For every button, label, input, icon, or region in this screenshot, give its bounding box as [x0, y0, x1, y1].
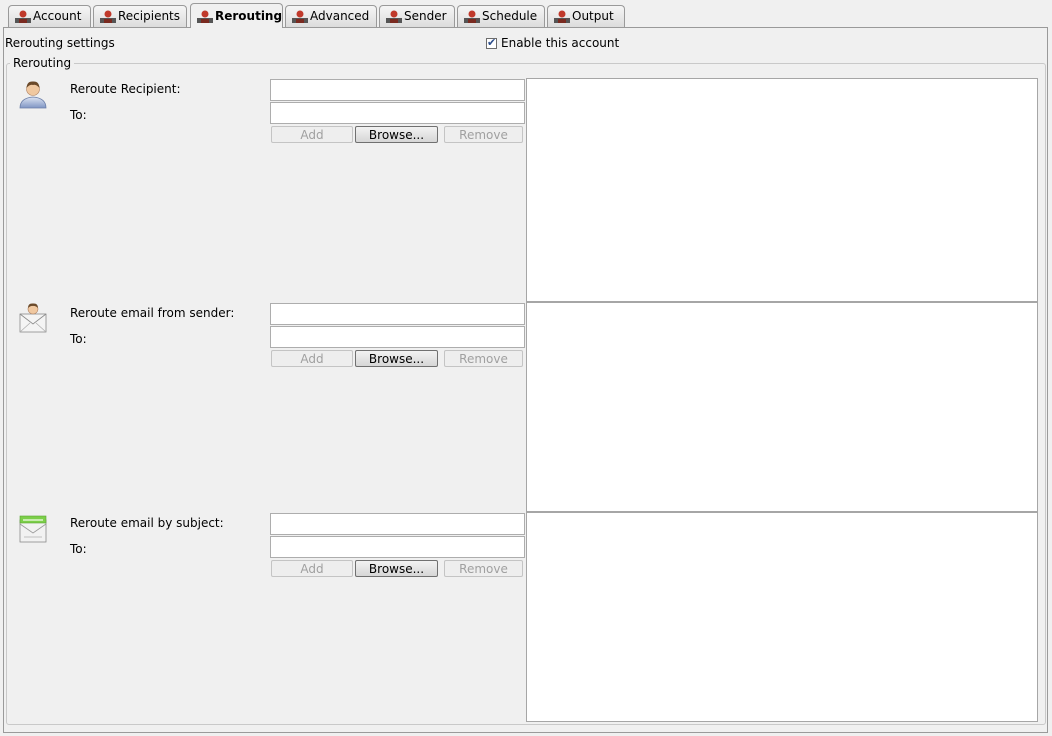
tab-label: Recipients: [118, 9, 181, 23]
browse-button[interactable]: Browse...: [355, 350, 438, 367]
tab-account[interactable]: Account: [8, 5, 91, 27]
to-label: To:: [70, 108, 87, 122]
reroute-sender-to-input[interactable]: [270, 326, 525, 348]
account-icon: [15, 10, 31, 23]
output-icon: [554, 10, 570, 23]
tab-label: Schedule: [482, 9, 538, 23]
section-title: Rerouting settings: [5, 36, 115, 50]
reroute-recipient-to-input[interactable]: [270, 102, 525, 124]
add-button[interactable]: Add: [271, 126, 353, 143]
tab-label: Sender: [404, 9, 447, 23]
reroute-recipient-input[interactable]: [270, 79, 525, 101]
sender-reroute-list[interactable]: [526, 302, 1038, 512]
subject-envelope-icon: [19, 515, 47, 543]
tab-label: Rerouting: [215, 9, 283, 23]
rerouting-icon: [197, 10, 213, 23]
enable-account-checkbox[interactable]: ✔: [486, 36, 497, 49]
tab-label: Account: [33, 9, 82, 23]
reroute-subject-label: Reroute email by subject:: [70, 516, 224, 530]
browse-button[interactable]: Browse...: [355, 126, 438, 143]
tab-label: Advanced: [310, 9, 370, 23]
remove-button[interactable]: Remove: [444, 350, 523, 367]
add-button[interactable]: Add: [271, 560, 353, 577]
enable-account-label: Enable this account: [501, 36, 620, 50]
sender-envelope-icon: [19, 303, 47, 333]
remove-button[interactable]: Remove: [444, 126, 523, 143]
add-button[interactable]: Add: [271, 350, 353, 367]
tab-recipients[interactable]: Recipients: [93, 5, 187, 27]
reroute-sender-label: Reroute email from sender:: [70, 306, 235, 320]
tab-advanced[interactable]: Advanced: [285, 5, 377, 27]
reroute-sender-input[interactable]: [270, 303, 525, 325]
tab-output[interactable]: Output: [547, 5, 625, 27]
sender-icon: [386, 10, 402, 23]
browse-button[interactable]: Browse...: [355, 560, 438, 577]
to-label: To:: [70, 542, 87, 556]
advanced-icon: [292, 10, 308, 23]
subject-reroute-list[interactable]: [526, 512, 1038, 722]
recipient-reroute-list[interactable]: [526, 78, 1038, 302]
reroute-subject-input[interactable]: [270, 513, 525, 535]
tab-sender[interactable]: Sender: [379, 5, 455, 27]
tab-rerouting[interactable]: Rerouting: [190, 3, 283, 28]
checkmark-icon: ✔: [487, 36, 497, 49]
schedule-icon: [464, 10, 480, 23]
tab-schedule[interactable]: Schedule: [457, 5, 545, 27]
tab-strip: Account Recipients Rerouting Advanced Se…: [0, 0, 1052, 28]
remove-button[interactable]: Remove: [444, 560, 523, 577]
group-legend: Rerouting: [10, 56, 75, 70]
user-icon: [19, 81, 47, 109]
recipients-icon: [100, 10, 116, 23]
reroute-recipient-label: Reroute Recipient:: [70, 82, 181, 96]
reroute-subject-to-input[interactable]: [270, 536, 525, 558]
tab-label: Output: [572, 9, 614, 23]
to-label: To:: [70, 332, 87, 346]
